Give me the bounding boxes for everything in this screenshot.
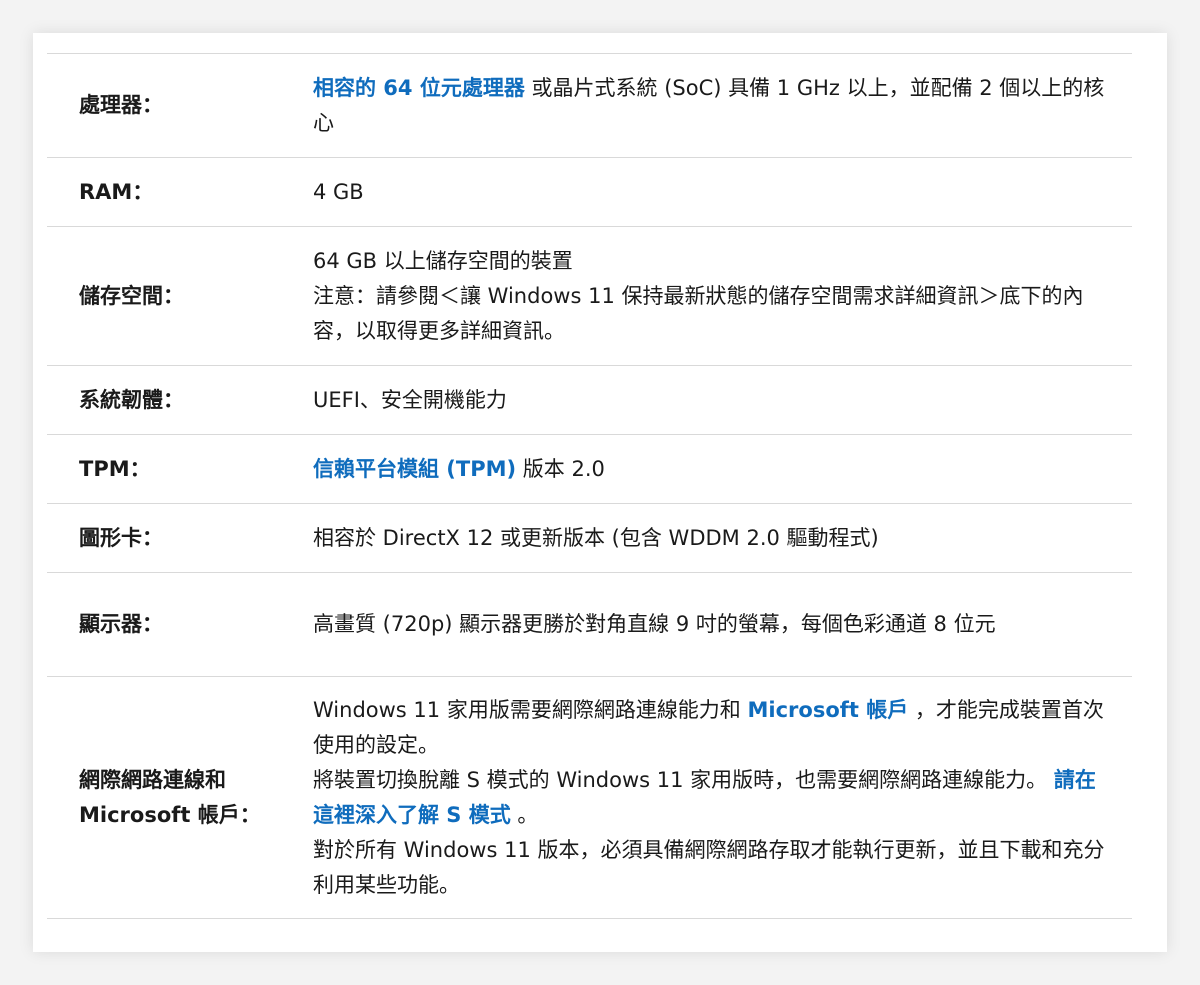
storage-value: 64 GB 以上儲存空間的裝置 注意：請參閱＜讓 Windows 11 保持最新… [313,227,1132,366]
home-edition-paragraph: Windows 11 家用版需要網際網路連線能力和 Microsoft 帳戶 ，… [313,693,1108,763]
internet-account-value: Windows 11 家用版需要網際網路連線能力和 Microsoft 帳戶 ，… [313,677,1132,919]
display-value: 高畫質 (720p) 顯示器更勝於對角直線 9 吋的螢幕，每個色彩通道 8 位元 [313,612,996,636]
tpm-link[interactable]: 信賴平台模組 (TPM) [313,457,516,481]
compatible-processor-link[interactable]: 相容的 64 位元處理器 [313,76,525,100]
system-requirements-table: 處理器： 相容的 64 位元處理器 或晶片式系統 (SoC) 具備 1 GHz … [47,53,1132,919]
internet-account-label: 網際網路連線和 Microsoft 帳戶： [47,677,313,919]
firmware-value: UEFI、安全開機能力 [313,387,507,412]
s-mode-text: 將裝置切換脫離 S 模式的 Windows 11 家用版時，也需要網際網路連線能… [313,767,1054,792]
graphics-value: 相容於 DirectX 12 或更新版本 (包含 WDDM 2.0 驅動程式) [313,525,879,550]
tpm-label: TPM： [79,456,151,481]
requirements-card: 處理器： 相容的 64 位元處理器 或晶片式系統 (SoC) 具備 1 GHz … [33,33,1167,952]
tpm-value: 信賴平台模組 (TPM) 版本 2.0 [313,435,1132,504]
row-processor: 處理器： 相容的 64 位元處理器 或晶片式系統 (SoC) 具備 1 GHz … [47,54,1132,158]
storage-label: 儲存空間： [79,283,184,308]
home-edition-text: Windows 11 家用版需要網際網路連線能力和 [313,697,748,722]
internet-label-line2: Microsoft 帳戶： [79,802,261,827]
s-mode-after: 。 [510,802,539,827]
graphics-label: 圖形卡： [79,525,163,550]
storage-note: 注意：請參閱＜讓 Windows 11 保持最新狀態的儲存空間需求詳細資訊＞底下… [313,283,1084,343]
ram-value: 4 GB [313,179,364,204]
row-storage: 儲存空間： 64 GB 以上儲存空間的裝置 注意：請參閱＜讓 Windows 1… [47,227,1132,366]
s-mode-paragraph: 將裝置切換脫離 S 模式的 Windows 11 家用版時，也需要網際網路連線能… [313,763,1108,833]
display-label: 顯示器： [79,612,163,636]
processor-value: 相容的 64 位元處理器 或晶片式系統 (SoC) 具備 1 GHz 以上，並配… [313,54,1132,158]
row-system-firmware: 系統韌體： UEFI、安全開機能力 [47,366,1132,435]
all-editions-paragraph: 對於所有 Windows 11 版本，必須具備網際網路存取才能執行更新，並且下載… [313,837,1105,897]
row-internet-account: 網際網路連線和 Microsoft 帳戶： Windows 11 家用版需要網際… [47,677,1132,919]
row-display: 顯示器： 高畫質 (720p) 顯示器更勝於對角直線 9 吋的螢幕，每個色彩通道… [47,573,1132,677]
microsoft-account-link[interactable]: Microsoft 帳戶 [748,698,909,722]
firmware-label: 系統韌體： [79,387,184,412]
tpm-text: 版本 2.0 [516,456,605,481]
processor-label: 處理器： [79,93,163,117]
storage-requirement: 64 GB 以上儲存空間的裝置 [313,248,573,273]
internet-label-line1: 網際網路連線和 [79,767,226,792]
row-graphics-card: 圖形卡： 相容於 DirectX 12 或更新版本 (包含 WDDM 2.0 驅… [47,504,1132,573]
row-ram: RAM： 4 GB [47,158,1132,227]
ram-label: RAM： [79,179,154,204]
row-tpm: TPM： 信賴平台模組 (TPM) 版本 2.0 [47,435,1132,504]
